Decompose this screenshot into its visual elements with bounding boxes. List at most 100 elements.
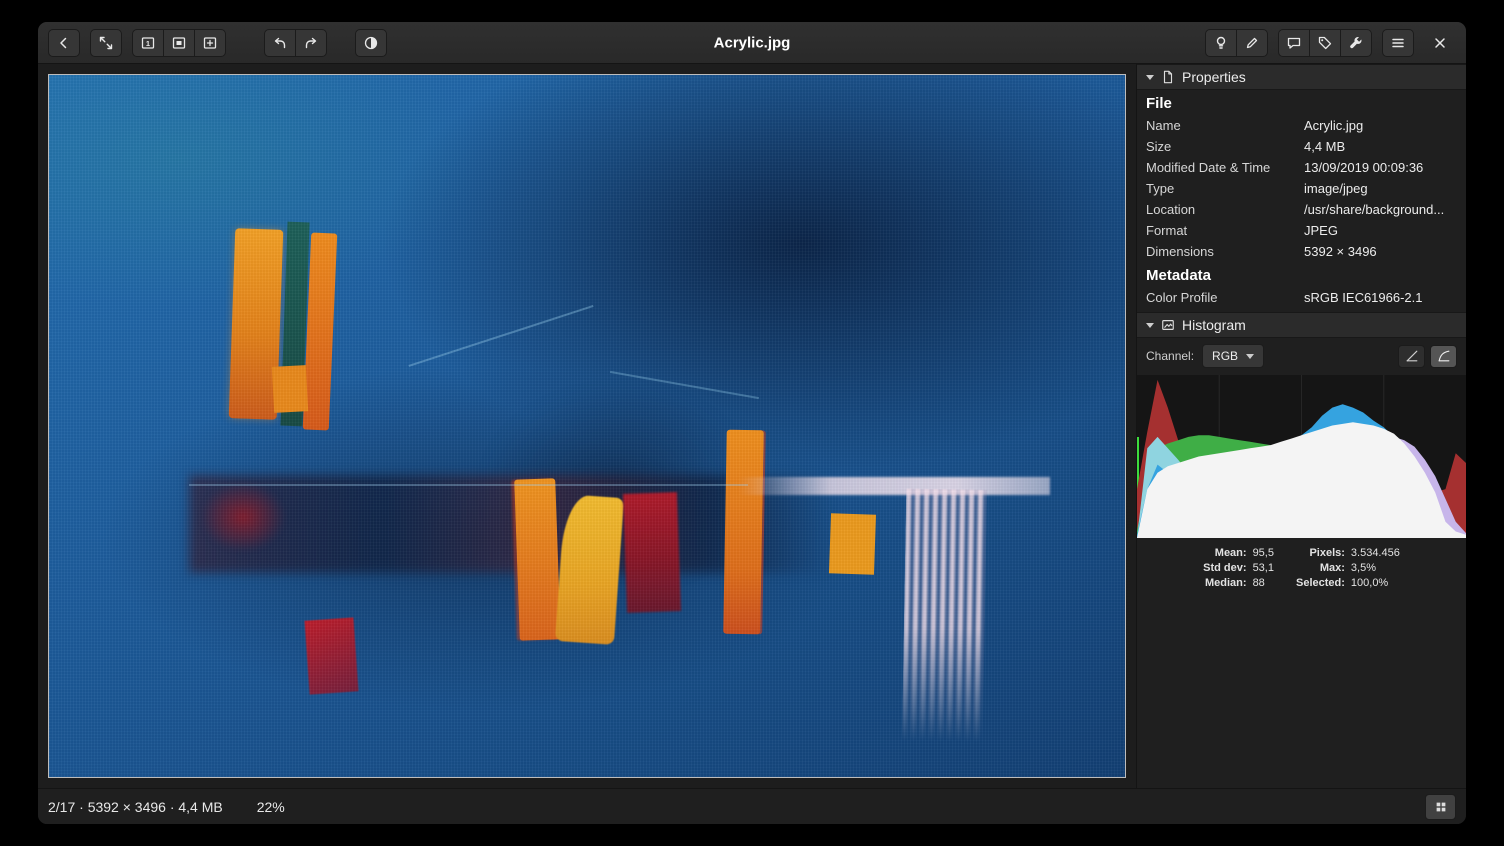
zoom-fit-button[interactable] <box>163 29 195 57</box>
zoom-in-icon <box>202 35 218 51</box>
stat-value: 3.534.456 <box>1351 547 1400 559</box>
photo-icon <box>1161 318 1175 332</box>
histogram-plot-svg <box>1137 375 1466 538</box>
chevron-left-icon <box>56 35 72 51</box>
image-viewer-window: 1 Acryl <box>38 22 1466 824</box>
wrench-icon <box>1348 35 1364 51</box>
tag-button[interactable] <box>1309 29 1341 57</box>
zoom-in-button[interactable] <box>194 29 226 57</box>
stat-value: 53,1 <box>1253 562 1274 574</box>
stat-label: Mean: <box>1203 547 1246 559</box>
properties-section-title: Properties <box>1182 69 1246 85</box>
property-row: Location /usr/share/background... <box>1137 199 1466 220</box>
histogram-log-button[interactable] <box>1430 345 1457 368</box>
chevron-down-icon <box>1246 354 1254 359</box>
property-row: Size 4,4 MB <box>1137 136 1466 157</box>
stat-label: Max: <box>1296 562 1345 574</box>
property-label: Name <box>1146 117 1304 134</box>
property-label: Modified Date & Time <box>1146 159 1304 176</box>
metadata-tools-group <box>1278 29 1372 57</box>
stat-value: 95,5 <box>1253 547 1274 559</box>
main-content: Properties File Name Acrylic.jpg Size 4,… <box>38 64 1466 788</box>
brush-button[interactable] <box>1236 29 1268 57</box>
stat-label: Pixels: <box>1296 547 1345 559</box>
stat-value: 88 <box>1253 577 1274 589</box>
document-icon <box>1161 70 1175 84</box>
expand-arrows-icon <box>98 35 114 51</box>
histogram-scale-toggles <box>1398 345 1457 368</box>
file-heading: File <box>1137 90 1466 115</box>
rotate-button-group <box>264 29 327 57</box>
property-value: 5392 × 3496 <box>1304 243 1377 260</box>
stat-label: Selected: <box>1296 577 1345 589</box>
speech-bubble-icon <box>1286 35 1302 51</box>
property-row: Modified Date & Time 13/09/2019 00:09:36 <box>1137 157 1466 178</box>
expander-triangle-icon <box>1146 323 1154 328</box>
stat-value: 3,5% <box>1351 562 1400 574</box>
half-filled-circle-icon <box>363 35 379 51</box>
paint-canvas-texture <box>49 75 1125 777</box>
status-zoom-level: 22% <box>257 799 285 815</box>
histogram-section-title: Histogram <box>1182 317 1246 333</box>
image-canvas[interactable] <box>48 74 1126 778</box>
channel-label: Channel: <box>1146 349 1194 363</box>
expander-triangle-icon <box>1146 75 1154 80</box>
image-pane <box>38 64 1136 788</box>
property-value: image/jpeg <box>1304 180 1368 197</box>
zoom-100-icon: 1 <box>140 35 156 51</box>
status-bar: 2/17 · 5392 × 3496 · 4,4 MB 22% <box>38 788 1466 824</box>
metadata-heading: Metadata <box>1137 262 1466 287</box>
property-label: Format <box>1146 222 1304 239</box>
sidebar-filler <box>1137 598 1466 788</box>
property-row: Type image/jpeg <box>1137 178 1466 199</box>
tag-icon <box>1317 35 1333 51</box>
stat-label: Std dev: <box>1203 562 1246 574</box>
lightbulb-button[interactable] <box>1205 29 1237 57</box>
rotate-right-button[interactable] <box>295 29 327 57</box>
adjust-colors-button[interactable] <box>355 29 387 57</box>
stat-value: 100,0% <box>1351 577 1400 589</box>
property-value: JPEG <box>1304 222 1338 239</box>
curve-chart-icon <box>1437 349 1451 363</box>
lightbulb-icon <box>1213 35 1229 51</box>
channel-dropdown[interactable]: RGB <box>1202 344 1264 368</box>
property-label: Dimensions <box>1146 243 1304 260</box>
histogram-section-header[interactable]: Histogram <box>1137 312 1466 338</box>
property-label: Color Profile <box>1146 289 1304 306</box>
menu-button[interactable] <box>1382 29 1414 57</box>
histogram-linear-button[interactable] <box>1398 345 1425 368</box>
close-button[interactable] <box>1424 29 1456 57</box>
brush-icon <box>1244 35 1260 51</box>
histogram-plot <box>1137 375 1466 538</box>
properties-sidebar: Properties File Name Acrylic.jpg Size 4,… <box>1136 64 1466 788</box>
property-value: 4,4 MB <box>1304 138 1345 155</box>
hamburger-icon <box>1390 35 1406 51</box>
tools-button[interactable] <box>1340 29 1372 57</box>
stat-label: Median: <box>1203 577 1246 589</box>
zoom-original-button[interactable]: 1 <box>132 29 164 57</box>
property-row: Format JPEG <box>1137 220 1466 241</box>
rotate-right-icon <box>303 35 319 51</box>
grid-icon <box>1434 800 1448 814</box>
comment-button[interactable] <box>1278 29 1310 57</box>
zoom-fit-icon <box>171 35 187 51</box>
properties-section-header[interactable]: Properties <box>1137 64 1466 90</box>
histogram-stats-left: Mean: 95,5 Std dev: 53,1 Median: 88 <box>1203 547 1274 589</box>
fullscreen-button[interactable] <box>90 29 122 57</box>
back-button[interactable] <box>48 29 80 57</box>
property-row: Color Profile sRGB IEC61966-2.1 <box>1137 287 1466 308</box>
channel-dropdown-value: RGB <box>1212 349 1238 363</box>
line-chart-icon <box>1405 349 1419 363</box>
property-value: sRGB IEC61966-2.1 <box>1304 289 1423 306</box>
browser-view-button[interactable] <box>1425 794 1456 820</box>
toolbar-left: 1 <box>48 29 387 57</box>
property-label: Location <box>1146 201 1304 218</box>
histogram-channel-row: Channel: RGB <box>1137 338 1466 375</box>
close-icon <box>1432 35 1448 51</box>
svg-text:1: 1 <box>146 38 150 47</box>
rotate-left-icon <box>272 35 288 51</box>
view-tools-group <box>1205 29 1268 57</box>
rotate-left-button[interactable] <box>264 29 296 57</box>
property-label: Type <box>1146 180 1304 197</box>
zoom-button-group: 1 <box>132 29 226 57</box>
